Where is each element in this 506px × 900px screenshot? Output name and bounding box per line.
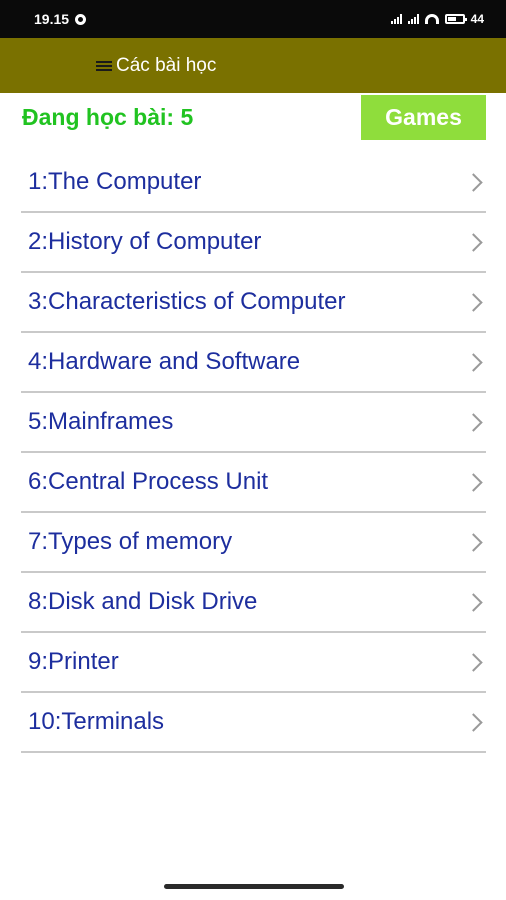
lesson-item[interactable]: 7:Types of memory (21, 513, 486, 573)
lesson-item[interactable]: 5:Mainframes (21, 393, 486, 453)
games-button[interactable]: Games (361, 95, 486, 140)
chevron-right-icon (464, 472, 483, 492)
lesson-item[interactable]: 4:Hardware and Software (21, 333, 486, 393)
settings-gear-icon (75, 13, 87, 25)
battery-icon (444, 14, 467, 24)
chevron-right-icon (464, 712, 483, 732)
lesson-item[interactable]: 8:Disk and Disk Drive (21, 573, 486, 633)
lesson-label: 3:Characteristics of Computer (28, 288, 346, 315)
status-left: 19.15 (34, 11, 87, 27)
lesson-item[interactable]: 2:History of Computer (21, 213, 486, 273)
app-bar: Các bài học (0, 38, 506, 93)
lesson-label: 7:Types of memory (28, 528, 233, 555)
chevron-right-icon (464, 172, 483, 192)
lesson-label: 4:Hardware and Software (28, 348, 301, 375)
home-indicator[interactable] (164, 884, 344, 889)
cellular-signal-icon (390, 14, 402, 24)
status-bar: 19.15 44 (0, 0, 506, 38)
lesson-label: 10:Terminals (28, 708, 165, 735)
lesson-item[interactable]: 1:The Computer (21, 153, 486, 213)
menu-icon[interactable] (96, 60, 112, 71)
lesson-label: 8:Disk and Disk Drive (28, 588, 258, 615)
lesson-label: 6:Central Process Unit (28, 468, 269, 495)
app-bar-title: Các bài học (116, 54, 217, 76)
chevron-right-icon (464, 592, 483, 612)
lesson-label: 9:Printer (28, 648, 119, 675)
cellular-signal-2-icon (407, 14, 419, 24)
chevron-right-icon (464, 532, 483, 552)
lesson-label: 1:The Computer (28, 168, 202, 195)
lesson-item[interactable]: 3:Characteristics of Computer (21, 273, 486, 333)
chevron-right-icon (464, 412, 483, 432)
lesson-item[interactable]: 9:Printer (21, 633, 486, 693)
lesson-label: 5:Mainframes (28, 408, 174, 435)
lesson-label: 2:History of Computer (28, 228, 262, 255)
current-lesson-label: Đang học bài: 5 (22, 104, 194, 130)
chevron-right-icon (464, 232, 483, 252)
chevron-right-icon (464, 652, 483, 672)
wifi-icon (424, 14, 439, 24)
battery-percent: 44 (470, 12, 484, 26)
status-right: 44 (390, 12, 484, 26)
chevron-right-icon (464, 292, 483, 312)
lesson-item[interactable]: 10:Terminals (21, 693, 486, 753)
chevron-right-icon (464, 352, 483, 372)
status-time: 19.15 (34, 11, 70, 27)
lesson-item[interactable]: 6:Central Process Unit (21, 453, 486, 513)
lesson-list: 1:The Computer 2:History of Computer 3:Cha… (21, 153, 486, 753)
